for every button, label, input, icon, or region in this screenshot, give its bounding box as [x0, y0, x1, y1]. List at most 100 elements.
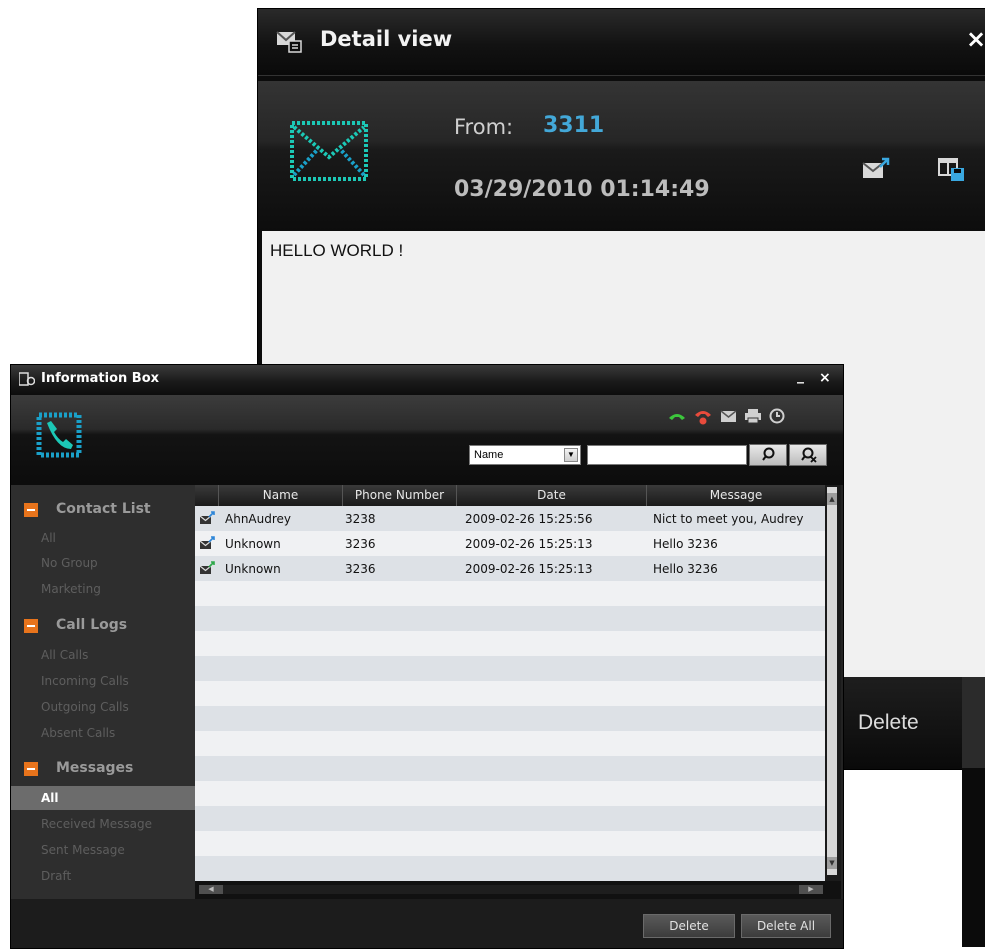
envelope-icon [290, 121, 368, 181]
sidebar-item-no-group[interactable]: No Group [11, 551, 195, 575]
search-input[interactable] [587, 445, 747, 465]
sidebar-item-label: Sent Message [41, 843, 125, 857]
reply-icon[interactable] [862, 157, 890, 181]
sidebar-item-label: Incoming Calls [41, 674, 129, 688]
sidebar-item-outgoing-calls[interactable]: Outgoing Calls [11, 695, 195, 719]
table-header: Name Phone Number Date Message [195, 485, 825, 506]
empty-row [195, 656, 825, 681]
column-header-message[interactable]: Message [647, 485, 825, 506]
row-message: Nict to meet you, Audrey [653, 512, 804, 526]
close-icon[interactable]: × [966, 25, 985, 53]
horizontal-scrollbar[interactable]: ◀ ▶ [195, 881, 841, 899]
collapse-icon[interactable] [24, 762, 38, 776]
row-message: Hello 3236 [653, 562, 718, 576]
column-header-phone-number[interactable]: Phone Number [343, 485, 457, 506]
from-value: 3311 [543, 113, 605, 138]
sidebar-item-label: Absent Calls [41, 726, 116, 740]
empty-row [195, 731, 825, 756]
information-box-footer: Delete Delete All [11, 899, 843, 948]
delete-all-button[interactable]: Delete All [741, 914, 831, 938]
sidebar-item-label: Marketing [41, 582, 101, 596]
sidebar-item-contacts-all[interactable]: All [11, 526, 195, 550]
delete-button[interactable]: Delete [643, 914, 735, 938]
information-box-window: Information Box _ × Name ▼ Contact List … [10, 364, 844, 949]
table-row[interactable]: Unknown 3236 2009-02-26 15:25:13 Hello 3… [195, 531, 825, 556]
minimize-icon[interactable]: _ [797, 368, 804, 384]
column-header-date[interactable]: Date [457, 485, 647, 506]
message-header: From: 3311 03/29/2010 01:14:49 [258, 81, 985, 231]
empty-row [195, 856, 825, 881]
empty-row [195, 831, 825, 856]
scrollbar-thumb[interactable] [827, 487, 837, 875]
sidebar-item-draft[interactable]: Draft [11, 864, 195, 888]
advanced-search-button[interactable] [789, 444, 827, 466]
from-label: From: [454, 115, 514, 139]
detail-view-titlebar[interactable]: Detail view × [258, 9, 985, 76]
sidebar-item-all-calls[interactable]: All Calls [11, 643, 195, 667]
table-row[interactable]: AhnAudrey 3238 2009-02-26 15:25:56 Nict … [195, 506, 825, 531]
save-icon[interactable] [938, 155, 966, 183]
empty-row [195, 681, 825, 706]
settings-icon[interactable] [767, 407, 787, 425]
message-icon [276, 31, 302, 53]
empty-row [195, 606, 825, 631]
information-box-title: Information Box [41, 371, 160, 386]
sidebar-item-label: All Calls [41, 648, 89, 662]
scroll-right-icon[interactable]: ▶ [799, 885, 823, 894]
sidebar-item-label: Draft [41, 869, 72, 883]
message-body-text: HELLO WORLD ! [270, 241, 404, 260]
detail-view-title: Detail view [320, 27, 453, 51]
information-box-titlebar[interactable]: Information Box _ × [11, 365, 843, 395]
background-window-edge [962, 768, 985, 947]
collapse-icon[interactable] [24, 619, 38, 633]
sidebar-item-incoming-calls[interactable]: Incoming Calls [11, 669, 195, 693]
scroll-left-icon[interactable]: ◀ [199, 885, 223, 894]
search-icon [762, 447, 775, 461]
sidebar-section-call-logs[interactable]: Call Logs [11, 615, 195, 639]
sidebar-section-contact-list[interactable]: Contact List [11, 499, 195, 523]
search-field-value: Name [474, 449, 504, 461]
collapse-icon[interactable] [24, 503, 38, 517]
message-icon[interactable] [719, 407, 739, 425]
detail-delete-button[interactable]: Delete [858, 711, 919, 735]
search-button[interactable] [749, 444, 787, 466]
search-field-select[interactable]: Name ▼ [469, 445, 581, 465]
sent-message-icon [199, 561, 215, 574]
vertical-scrollbar[interactable]: ▲ ▼ [825, 485, 841, 881]
row-message: Hello 3236 [653, 537, 718, 551]
column-header-name[interactable]: Name [219, 485, 343, 506]
received-message-icon [199, 536, 215, 549]
sidebar-section-label: Call Logs [56, 617, 128, 633]
empty-row [195, 581, 825, 606]
sidebar-item-marketing[interactable]: Marketing [11, 577, 195, 601]
information-box-toolbar: Name ▼ [11, 395, 843, 485]
row-name: AhnAudrey [225, 512, 292, 526]
icon-column-header [195, 485, 219, 506]
sidebar: Contact List All No Group Marketing Call… [11, 485, 195, 899]
scroll-down-icon[interactable]: ▼ [827, 857, 837, 869]
sidebar-section-messages[interactable]: Messages [11, 758, 195, 782]
call-icon[interactable] [667, 407, 687, 425]
print-icon[interactable] [743, 407, 763, 425]
advanced-search-icon [801, 447, 817, 463]
close-icon[interactable]: × [819, 370, 831, 386]
hangup-icon[interactable] [693, 407, 713, 425]
sidebar-section-label: Messages [56, 760, 134, 776]
sidebar-item-sent-message[interactable]: Sent Message [11, 838, 195, 862]
empty-row [195, 631, 825, 656]
table-row[interactable]: Unknown 3236 2009-02-26 15:25:13 Hello 3… [195, 556, 825, 581]
sidebar-item-label: All [41, 791, 59, 805]
row-name: Unknown [225, 562, 281, 576]
empty-row [195, 781, 825, 806]
empty-row [195, 706, 825, 731]
sidebar-item-absent-calls[interactable]: Absent Calls [11, 721, 195, 745]
sidebar-item-label: Received Message [41, 817, 153, 831]
sidebar-item-label: No Group [41, 556, 98, 570]
chevron-down-icon[interactable]: ▼ [564, 448, 578, 462]
scroll-up-icon[interactable]: ▲ [827, 493, 837, 505]
sidebar-item-messages-all[interactable]: All [11, 786, 195, 810]
sidebar-item-received-message[interactable]: Received Message [11, 812, 195, 836]
message-datetime: 03/29/2010 01:14:49 [454, 177, 710, 202]
scrollbar-track[interactable] [199, 885, 823, 894]
phone-logo-icon [36, 412, 82, 458]
